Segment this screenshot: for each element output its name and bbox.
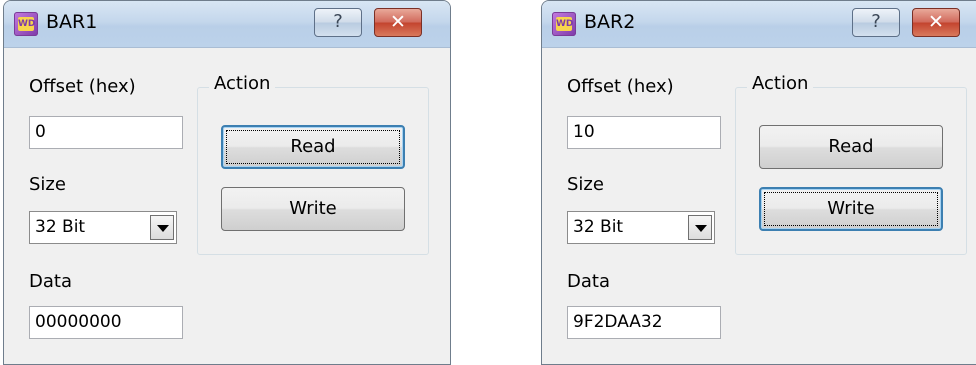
write-button[interactable]: Write [221,187,405,231]
write-button-label: Write [289,198,337,219]
size-label: Size [567,174,604,195]
size-select[interactable]: 32 Bit [29,211,177,244]
action-group-title: Action [209,73,276,94]
data-label: Data [567,271,610,292]
focus-rectangle [226,130,400,164]
focus-rectangle [764,192,938,226]
size-select[interactable]: 32 Bit [567,211,715,244]
read-button-label: Read [828,136,874,157]
size-label: Size [29,174,66,195]
help-button[interactable]: ? [314,8,362,37]
data-label: Data [29,271,72,292]
help-button[interactable]: ? [852,8,900,37]
window-title: BAR1 [46,11,98,33]
offset-input[interactable]: 10 [567,116,721,149]
app-icon: WD [552,12,576,36]
window-title: BAR2 [584,11,636,33]
offset-input[interactable]: 0 [29,116,183,149]
app-icon: WD [14,12,38,36]
action-group-title: Action [747,73,814,94]
size-select-value: 32 Bit [573,217,624,237]
write-button[interactable]: Write [759,187,943,231]
close-button[interactable]: ✕ [912,8,960,37]
bar1-dialog: WD BAR1 ? ✕ Offset (hex) 0 Size 32 Bit D… [3,0,451,365]
read-button[interactable]: Read [221,125,405,169]
offset-label: Offset (hex) [567,76,674,97]
chevron-down-icon[interactable] [150,215,174,240]
read-button[interactable]: Read [759,125,943,169]
bar2-dialog: WD BAR2 ? ✕ Offset (hex) 10 Size 32 Bit … [541,0,976,365]
close-button[interactable]: ✕ [374,8,422,37]
chevron-down-icon[interactable] [688,215,712,240]
offset-label: Offset (hex) [29,76,136,97]
title-bar[interactable]: WD BAR1 ? ✕ [4,1,450,48]
size-select-value: 32 Bit [35,217,86,237]
data-input[interactable]: 9F2DAA32 [567,306,721,339]
data-input[interactable]: 00000000 [29,306,183,339]
title-bar[interactable]: WD BAR2 ? ✕ [542,1,976,48]
